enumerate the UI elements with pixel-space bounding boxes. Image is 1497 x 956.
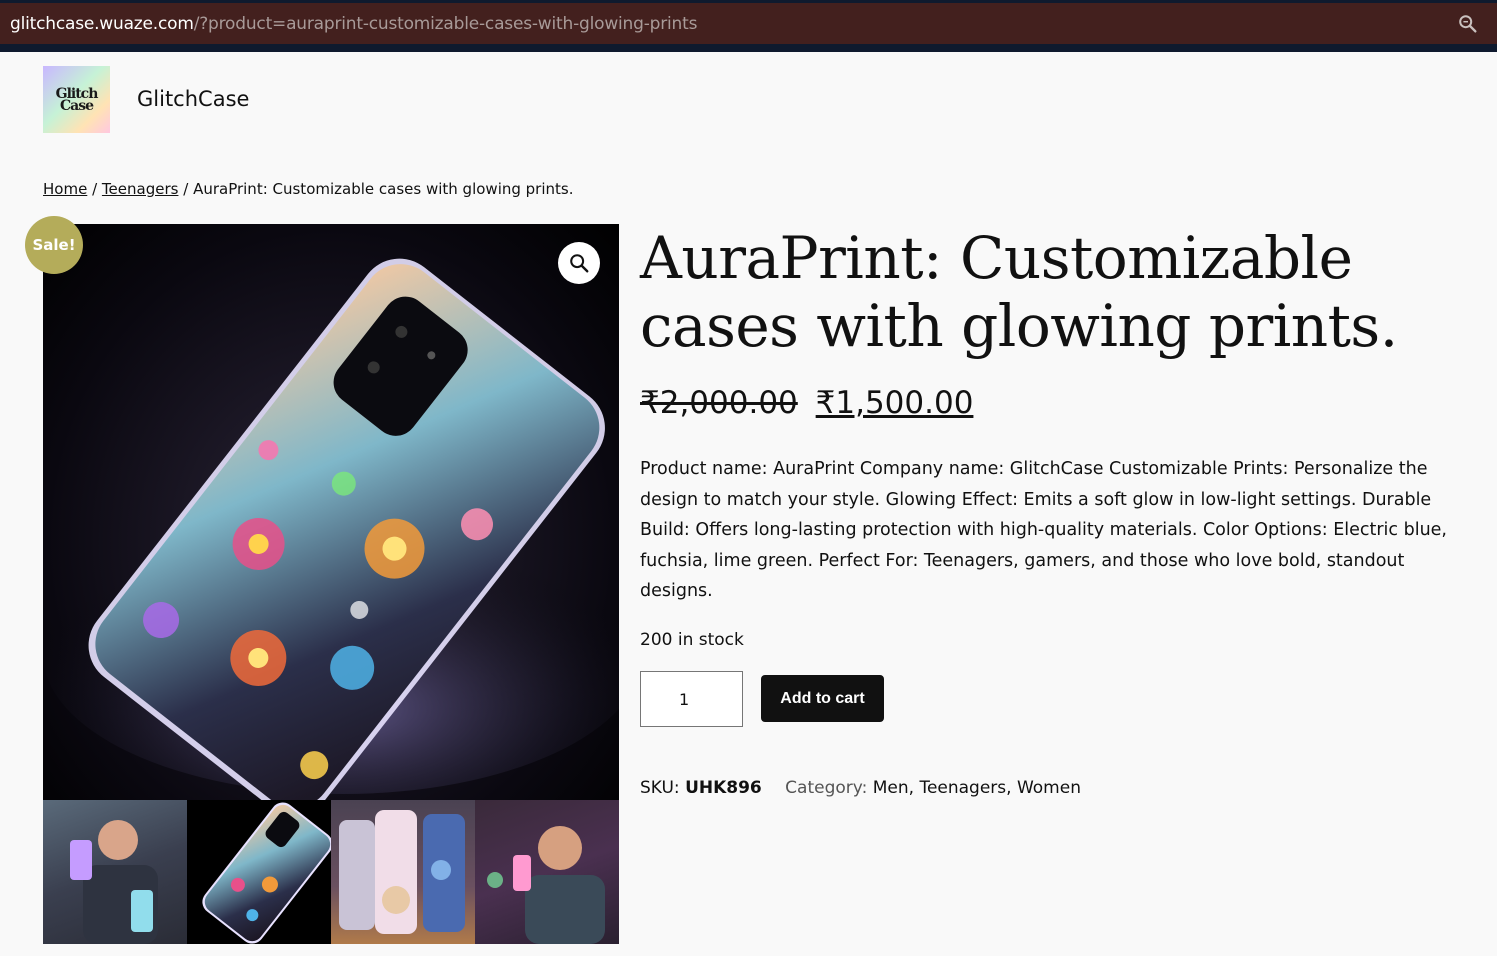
breadcrumb-category-link[interactable]: Teenagers: [102, 180, 179, 198]
product-main-image[interactable]: [43, 224, 619, 800]
search-icon[interactable]: [1457, 13, 1479, 35]
category-label: Category:: [785, 778, 868, 798]
url-path: /?product=auraprint-customizable-cases-w…: [193, 14, 698, 34]
zoom-icon[interactable]: [558, 242, 600, 284]
category-link-men[interactable]: Men: [873, 778, 909, 798]
breadcrumb-home-link[interactable]: Home: [43, 180, 87, 198]
category-wrapper: Category: Men, Teenagers, Women: [785, 778, 1081, 798]
sku-label: SKU:: [640, 778, 680, 798]
thumbnail-3[interactable]: [331, 800, 475, 944]
logo-text: Glitch Case: [56, 87, 99, 114]
site-logo[interactable]: Glitch Case: [43, 66, 110, 133]
breadcrumb-separator: /: [183, 180, 189, 198]
breadcrumb-current: AuraPrint: Customizable cases with glowi…: [193, 180, 574, 198]
magnifier-icon: [570, 254, 589, 273]
add-to-cart-button[interactable]: Add to cart: [761, 675, 884, 722]
product-meta: SKU: UHK896 Category: Men, Teenagers, Wo…: [640, 778, 1081, 798]
sale-price: ₹1,500.00: [815, 385, 974, 421]
breadcrumb-separator: /: [92, 180, 98, 198]
thumbnail-3-image: [339, 810, 465, 934]
product-price: ₹2,000.00 ₹1,500.00: [640, 385, 973, 421]
stock-status: 200 in stock: [640, 630, 744, 650]
quantity-input[interactable]: 1: [640, 671, 743, 727]
gallery-thumbnails: [43, 800, 619, 944]
phone-case-illustration: [43, 258, 619, 800]
url-host: glitchcase.wuaze.com: [10, 14, 194, 34]
sku-value: UHK896: [685, 778, 762, 798]
thumbnail-2[interactable]: [187, 800, 331, 944]
product-description: Product name: AuraPrint Company name: Gl…: [640, 459, 1447, 601]
thumbnail-2-image: [202, 802, 331, 944]
thumbnail-4-image: [487, 826, 605, 944]
url-field[interactable]: glitchcase.wuaze.com/?product=auraprint-…: [0, 3, 1497, 44]
thumbnail-4[interactable]: [475, 800, 619, 944]
browser-address-bar: glitchcase.wuaze.com/?product=auraprint-…: [0, 0, 1497, 52]
sale-badge: Sale!: [25, 216, 83, 274]
regular-price: ₹2,000.00: [640, 385, 798, 421]
logo-text-line2: Case: [59, 97, 94, 114]
category-link-women[interactable]: Women: [1017, 778, 1081, 798]
thumbnail-1[interactable]: [43, 800, 187, 944]
thumbnail-1-image: [70, 820, 158, 944]
product-title: AuraPrint: Customizable cases with glowi…: [640, 224, 1398, 360]
category-link-teenagers[interactable]: Teenagers: [919, 778, 1006, 798]
url-text[interactable]: glitchcase.wuaze.com/?product=auraprint-…: [10, 14, 697, 34]
breadcrumb: Home / Teenagers / AuraPrint: Customizab…: [43, 180, 573, 198]
site-title[interactable]: GlitchCase: [137, 87, 249, 111]
